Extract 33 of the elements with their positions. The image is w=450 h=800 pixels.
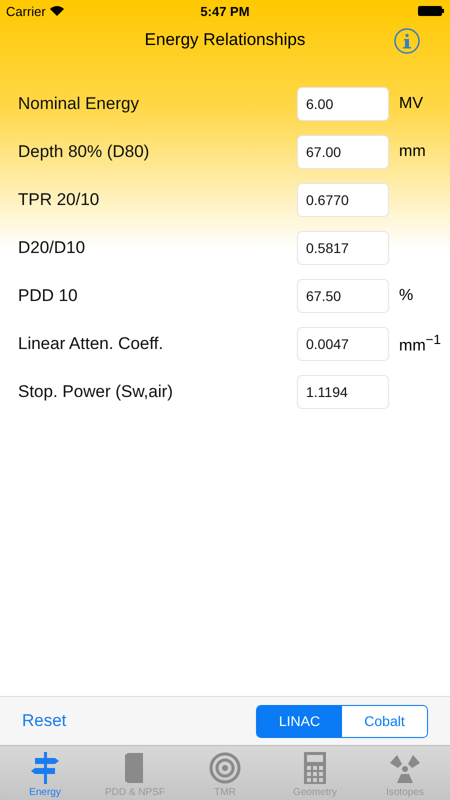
input-field[interactable]: 6.00	[297, 87, 389, 121]
field-label: Linear Atten. Coeff.	[18, 334, 164, 354]
field-label: Stop. Power (Sw,air)	[18, 382, 174, 402]
screen-title: Energy Relationships	[144, 30, 306, 50]
info-icon[interactable]	[394, 28, 420, 54]
segment-button[interactable]: Cobalt	[342, 706, 427, 736]
wifi-icon	[50, 6, 64, 16]
carrier-label: Carrier	[6, 4, 46, 18]
calculator-icon	[303, 752, 327, 784]
unit-label: mm	[399, 143, 426, 161]
input-field[interactable]: 67.00	[297, 135, 389, 169]
input-field[interactable]: 0.6770	[297, 183, 389, 217]
field-label: Depth 80% (D80)	[18, 142, 150, 162]
tab-item[interactable]: Energy	[0, 746, 90, 800]
battery-icon	[418, 6, 444, 16]
input-field[interactable]: 1.1194	[297, 375, 389, 409]
input-field[interactable]: 0.0047	[297, 327, 389, 361]
book-icon	[124, 752, 146, 784]
clock: 5:47 PM	[200, 4, 250, 18]
unit-label: mm$^{−1}$	[399, 332, 441, 356]
radiation-icon	[390, 754, 420, 784]
segment-button[interactable]: LINAC	[257, 706, 342, 736]
field-label: Nominal Energy	[18, 94, 140, 114]
input-field[interactable]: 0.5817	[297, 231, 389, 265]
input-field[interactable]: 67.50	[297, 279, 389, 313]
field-label: PDD 10	[18, 286, 79, 306]
target-icon	[209, 752, 241, 784]
signpost-icon	[31, 752, 59, 784]
unit-label: %	[399, 287, 414, 305]
field-label: D20/D10	[18, 238, 86, 258]
field-label: TPR 20/10	[18, 190, 100, 210]
reset-button[interactable]: Reset	[22, 711, 66, 731]
unit-label: MV	[399, 95, 423, 113]
